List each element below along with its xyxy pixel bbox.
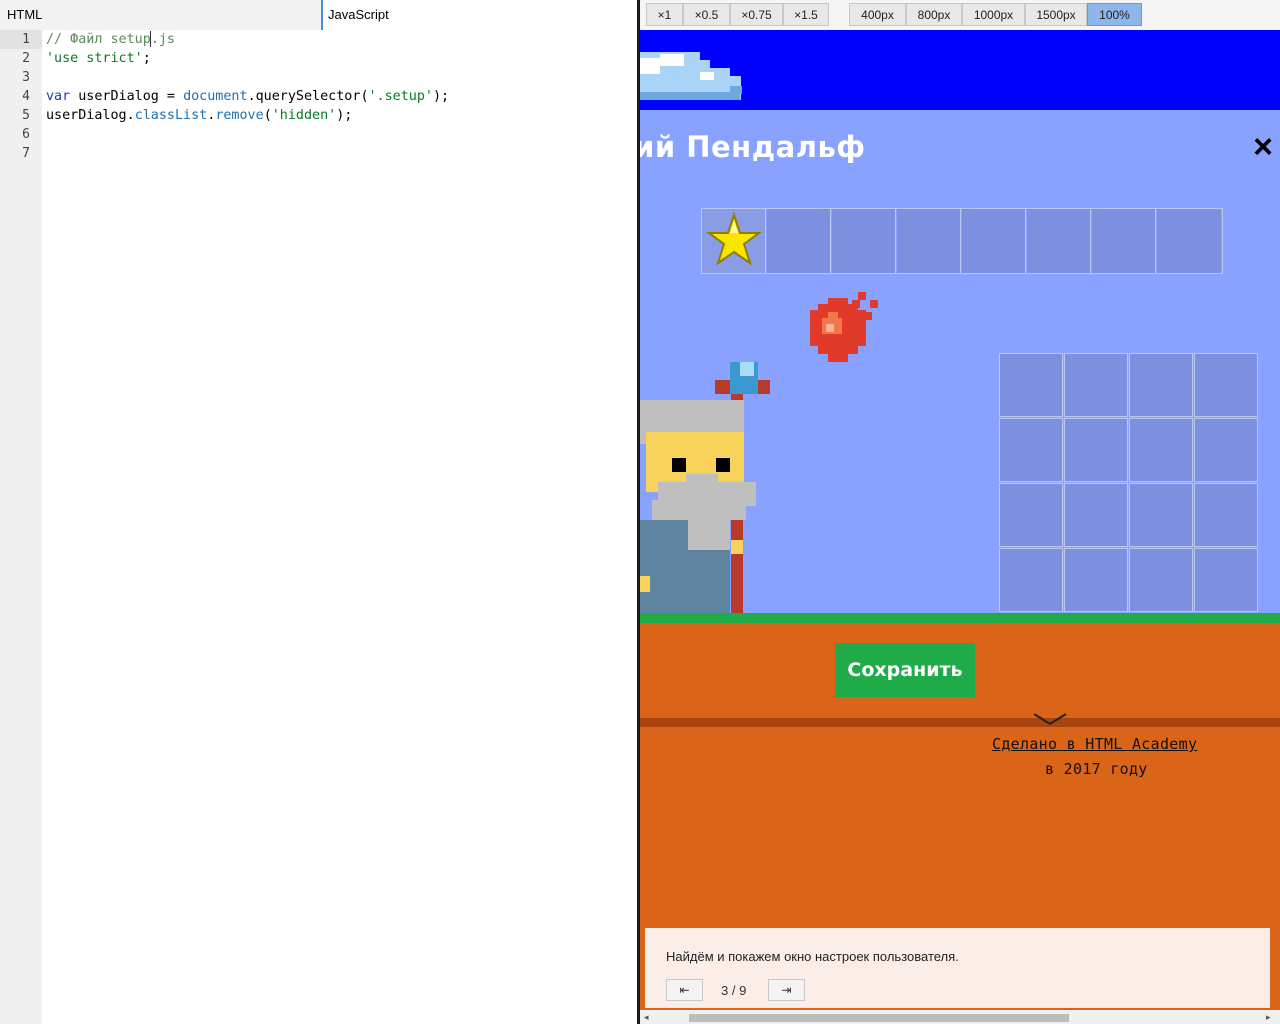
code-line-2: 'use strict'; <box>46 49 151 68</box>
code-text: . <box>247 89 256 104</box>
arrow-left-to-bar-icon: ⇤ <box>679 983 690 997</box>
code-text: userDialog = <box>70 89 184 104</box>
chevron-down-icon <box>1033 713 1067 726</box>
tab-html[interactable]: HTML <box>0 0 321 30</box>
shop-slot[interactable] <box>1064 353 1128 417</box>
shop-grid <box>999 353 1259 613</box>
code-method: querySelector <box>255 89 361 104</box>
arrow-right-to-bar-icon: ⇥ <box>781 983 792 997</box>
width-800-button[interactable]: 800px <box>906 3 962 26</box>
artifact-slot[interactable] <box>1157 209 1221 273</box>
line-number: 7 <box>22 146 30 161</box>
code-string: 'hidden' <box>271 108 337 123</box>
code-text: ( <box>360 89 369 104</box>
ground-band <box>640 718 1280 727</box>
scroll-right-icon[interactable]: ▸ <box>1266 1012 1271 1023</box>
next-step-button[interactable]: ⇥ <box>768 979 805 1001</box>
width-400-button[interactable]: 400px <box>849 3 906 26</box>
artifact-slot[interactable] <box>702 209 766 273</box>
close-icon[interactable]: × <box>1248 130 1278 164</box>
artifacts-row <box>701 208 1223 274</box>
code-keyword: var <box>46 89 71 104</box>
artifact-slot[interactable] <box>1092 209 1156 273</box>
prev-step-button[interactable]: ⇤ <box>666 979 703 1001</box>
line-number: 4 <box>22 89 30 104</box>
shop-slot[interactable] <box>1194 483 1258 547</box>
task-page-counter: 3 / 9 <box>721 983 747 998</box>
shop-slot[interactable] <box>1064 418 1128 482</box>
width-1500-button[interactable]: 1500px <box>1025 3 1087 26</box>
scale-1-5-button[interactable]: ×1.5 <box>783 3 829 26</box>
code-punct: ; <box>142 51 151 66</box>
line-number: 2 <box>22 51 30 66</box>
scroll-left-icon[interactable]: ◂ <box>644 1012 649 1023</box>
code-object: document <box>183 89 248 104</box>
setup-dialog: ий Пендальф × <box>640 110 1280 616</box>
code-line-1: // Файл setup.js <box>46 30 175 49</box>
shop-slot[interactable] <box>1129 418 1193 482</box>
save-button[interactable]: Сохранить <box>835 643 975 697</box>
code-text: userDialog. <box>46 108 135 123</box>
scale-0-5-button[interactable]: ×0.5 <box>683 3 730 26</box>
code-property: classList <box>134 108 208 123</box>
code-text: ); <box>433 89 450 104</box>
footer-year: в 2017 году <box>1045 760 1148 778</box>
shop-slot[interactable] <box>1129 353 1193 417</box>
code-text: ( <box>263 108 272 123</box>
shop-slot[interactable] <box>1194 418 1258 482</box>
artifact-slot[interactable] <box>897 209 961 273</box>
scale-0-75-button[interactable]: ×0.75 <box>730 3 783 26</box>
grass <box>640 613 1280 623</box>
editor-tabs: HTML JavaScript <box>0 0 637 30</box>
shop-slot[interactable] <box>999 483 1063 547</box>
preview-frame: ий Пендальф × Сохранить Сделано в HTML A… <box>640 30 1280 1024</box>
task-description: Найдём и покажем окно настроек пользоват… <box>666 949 959 964</box>
line-number: 5 <box>22 108 30 123</box>
code-method: remove <box>215 108 264 123</box>
setup-title: ий Пендальф <box>640 130 866 164</box>
task-panel: Найдём и покажем окно настроек пользоват… <box>645 928 1270 1008</box>
shop-slot[interactable] <box>1064 548 1128 612</box>
preview-toolbar: ×1 ×0.5 ×0.75 ×1.5 400px 800px 1000px 15… <box>640 0 1280 30</box>
fireball-icon[interactable] <box>808 290 888 370</box>
artifact-slot[interactable] <box>767 209 831 273</box>
code-comment: // Файл setup <box>46 32 151 47</box>
line-number-gutter: 1 2 3 4 5 6 7 <box>0 30 42 1024</box>
shop-slot[interactable] <box>1194 548 1258 612</box>
width-100-percent-button[interactable]: 100% <box>1087 3 1142 26</box>
code-string: 'use strict' <box>46 51 143 66</box>
shop-slot[interactable] <box>1129 548 1193 612</box>
shop-slot[interactable] <box>999 418 1063 482</box>
tab-javascript[interactable]: JavaScript <box>321 0 637 30</box>
artifact-slot[interactable] <box>832 209 896 273</box>
code-text: ); <box>336 108 353 123</box>
line-number: 3 <box>22 70 30 85</box>
shop-slot[interactable] <box>1129 483 1193 547</box>
scale-1-button[interactable]: ×1 <box>646 3 683 26</box>
width-1000-button[interactable]: 1000px <box>962 3 1025 26</box>
code-comment: .js <box>150 32 175 47</box>
line-number: 1 <box>0 30 42 49</box>
code-string: '.setup' <box>368 89 434 104</box>
artifact-slot[interactable] <box>1027 209 1091 273</box>
star-icon <box>705 211 763 266</box>
scrollbar-thumb[interactable] <box>689 1014 1069 1022</box>
shop-slot[interactable] <box>1194 353 1258 417</box>
code-line-4: var userDialog = document.querySelector(… <box>46 87 449 106</box>
wizard-icon[interactable] <box>640 360 780 620</box>
code-editor: HTML JavaScript 1 2 3 4 5 6 7 // Файл se… <box>0 0 637 1024</box>
shop-slot[interactable] <box>999 548 1063 612</box>
shop-slot[interactable] <box>999 353 1063 417</box>
cloud-icon <box>640 52 742 100</box>
footer-link[interactable]: Сделано в HTML Academy <box>992 735 1197 753</box>
shop-slot[interactable] <box>1064 483 1128 547</box>
code-line-5: userDialog.classList.remove('hidden'); <box>46 106 352 125</box>
artifact-slot[interactable] <box>962 209 1026 273</box>
horizontal-scrollbar[interactable]: ◂ ▸ <box>640 1010 1280 1024</box>
sky <box>640 30 1280 110</box>
line-number: 6 <box>22 127 30 142</box>
